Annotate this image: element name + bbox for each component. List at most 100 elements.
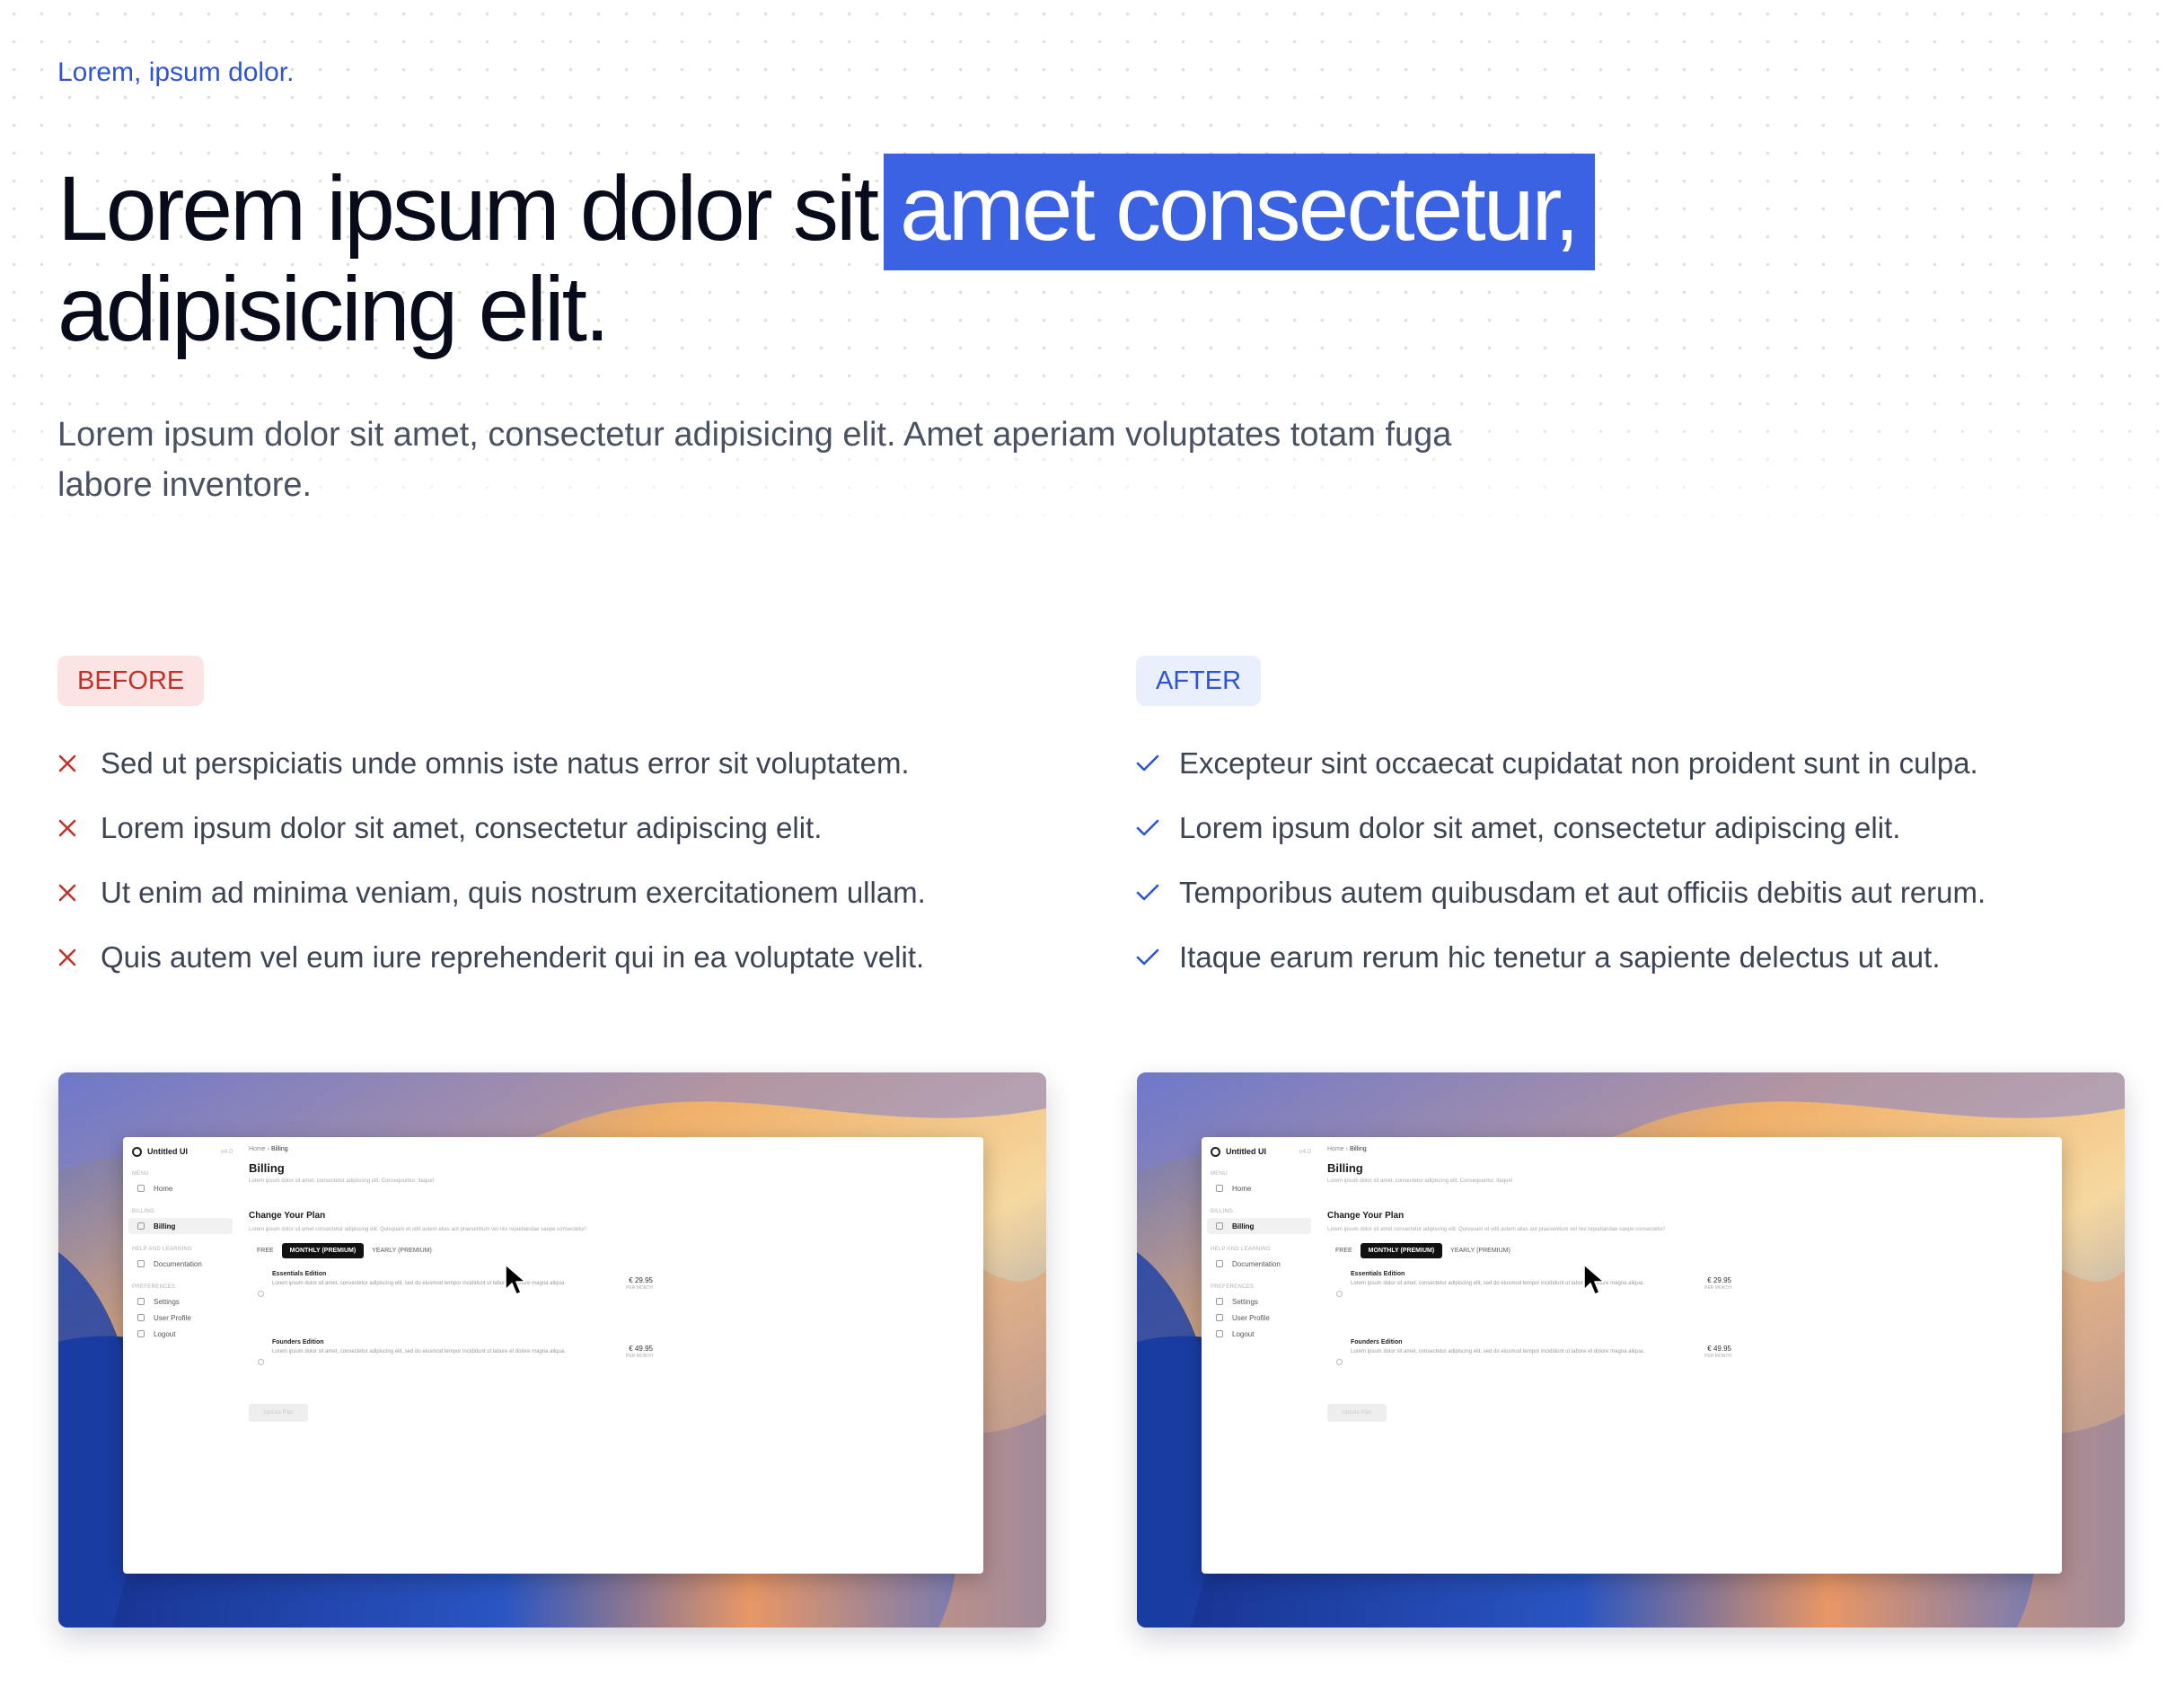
gear-icon	[137, 1298, 145, 1305]
sidebar-item-home[interactable]: Home	[128, 1180, 233, 1196]
logo-icon	[1211, 1146, 1220, 1157]
app-name: Untitled UI	[1226, 1147, 1266, 1156]
before-item: Sed ut perspiciatis unde omnis iste natu…	[57, 731, 1063, 796]
breadcrumb-current: Billing	[270, 1146, 288, 1152]
tab-yearly[interactable]: YEARLY (PREMIUM)	[364, 1243, 440, 1258]
sidebar-item-label: Billing	[1232, 1222, 1255, 1231]
mouse-cursor-icon	[505, 1264, 526, 1295]
update-plan-button[interactable]: Update Plan	[249, 1404, 308, 1422]
sidebar-item-label: Home	[1232, 1184, 1252, 1193]
after-item-text: Temporibus autem quibusdam et aut offici…	[1179, 876, 1986, 909]
home-icon	[137, 1185, 145, 1192]
radio-button[interactable]	[1336, 1291, 1343, 1297]
plan-option-founders[interactable]: Founders Edition Lorem ipsum dolor sit a…	[249, 1339, 653, 1395]
x-icon	[57, 940, 101, 975]
sidebar-section-preferences: PREFERENCES	[1211, 1284, 1255, 1290]
app-name: Untitled UI	[147, 1147, 188, 1156]
sidebar-item-home[interactable]: Home	[1207, 1180, 1311, 1196]
app-brand: Untitled UI v4.0	[1207, 1144, 1311, 1159]
sidebar-item-user-profile[interactable]: User Profile	[1207, 1310, 1311, 1326]
power-icon	[137, 1330, 145, 1337]
lead-paragraph: Lorem ipsum dolor sit amet, consectetur …	[57, 416, 1452, 504]
section-description: Lorem ipsum dolor sit amet consectetur a…	[249, 1227, 586, 1232]
radio-button[interactable]	[258, 1359, 264, 1365]
tab-free[interactable]: FREE	[249, 1243, 282, 1258]
user-icon	[137, 1314, 145, 1321]
sidebar-section-help: HELP AND LEARNING	[1211, 1247, 1272, 1252]
app-sidebar: Untitled UI v4.0 MENU Home BILLING Billi…	[1202, 1137, 1317, 1574]
tab-free[interactable]: FREE	[1327, 1243, 1361, 1258]
after-item: Temporibus autem quibusdam et aut offici…	[1136, 860, 2142, 925]
sidebar-section-preferences: PREFERENCES	[132, 1284, 176, 1290]
breadcrumb-current: Billing	[1349, 1146, 1367, 1152]
before-item: Quis autem vel eum iure reprehenderit qu…	[57, 925, 1063, 990]
plan-price: € 29.95	[1707, 1276, 1731, 1284]
breadcrumb-home[interactable]: Home	[249, 1146, 266, 1152]
plan-name: Essentials Edition	[272, 1271, 327, 1277]
sidebar-item-billing[interactable]: Billing	[128, 1218, 233, 1234]
card-icon	[137, 1222, 145, 1230]
plan-price: € 49.95	[629, 1345, 653, 1353]
mouse-cursor-icon	[1583, 1264, 1605, 1295]
sidebar-item-label: Settings	[154, 1297, 180, 1306]
sidebar-item-label: Settings	[1232, 1297, 1258, 1306]
plan-price-box: € 29.95 PER MONTH	[1704, 1276, 1731, 1291]
tab-monthly[interactable]: MONTHLY (PREMIUM)	[281, 1243, 365, 1258]
sidebar-item-documentation[interactable]: Documentation	[128, 1256, 233, 1272]
plan-option-essentials[interactable]: Essentials Edition Lorem ipsum dolor sit…	[1327, 1271, 1731, 1327]
card-icon	[1216, 1222, 1223, 1230]
before-list: Sed ut perspiciatis unde omnis iste natu…	[57, 731, 1063, 990]
sidebar-item-documentation[interactable]: Documentation	[1207, 1256, 1311, 1272]
plan-option-founders[interactable]: Founders Edition Lorem ipsum dolor sit a…	[1327, 1339, 1731, 1395]
sidebar-item-label: Documentation	[1232, 1259, 1281, 1268]
sidebar-item-label: User Profile	[154, 1313, 191, 1322]
plan-price-box: € 29.95 PER MONTH	[626, 1276, 653, 1291]
plan-price-box: € 49.95 PER MONTH	[1704, 1345, 1731, 1359]
section-title: Change Your Plan	[249, 1211, 326, 1221]
plan-period: PER MONTH	[1704, 1354, 1731, 1359]
sidebar-section-help: HELP AND LEARNING	[132, 1247, 193, 1252]
headline-highlight: amet consectetur,	[884, 154, 1596, 270]
plan-description: Lorem ipsum dolor sit amet, consectetur …	[1351, 1281, 1644, 1286]
before-badge: BEFORE	[57, 656, 205, 706]
sidebar-item-settings[interactable]: Settings	[128, 1293, 233, 1310]
plan-tabs: FREE MONTHLY (PREMIUM) YEARLY (PREMIUM)	[1327, 1243, 2046, 1258]
sidebar-item-logout[interactable]: Logout	[1207, 1326, 1311, 1342]
sidebar-item-label: Home	[154, 1184, 173, 1193]
tab-monthly[interactable]: MONTHLY (PREMIUM)	[1360, 1243, 1443, 1258]
plan-option-essentials[interactable]: Essentials Edition Lorem ipsum dolor sit…	[249, 1271, 653, 1327]
sidebar-item-billing[interactable]: Billing	[1207, 1218, 1311, 1234]
after-item: Excepteur sint occaecat cupidatat non pr…	[1136, 731, 2142, 796]
plan-period: PER MONTH	[1704, 1285, 1731, 1291]
plan-price: € 29.95	[629, 1276, 653, 1284]
app-version: v4.0	[220, 1148, 233, 1155]
breadcrumb-home[interactable]: Home	[1327, 1146, 1344, 1152]
section-description: Lorem ipsum dolor sit amet consectetur a…	[1327, 1227, 1665, 1232]
after-column: AFTER Excepteur sint occaecat cupidatat …	[1136, 656, 2142, 990]
sidebar-item-user-profile[interactable]: User Profile	[128, 1310, 233, 1326]
x-icon	[57, 745, 101, 781]
plan-price: € 49.95	[1707, 1345, 1731, 1353]
update-plan-button[interactable]: Update Plan	[1327, 1404, 1387, 1422]
check-icon	[1136, 940, 1179, 975]
radio-button[interactable]	[258, 1291, 264, 1297]
sidebar-item-logout[interactable]: Logout	[128, 1326, 233, 1342]
plan-period: PER MONTH	[626, 1354, 653, 1359]
app-sidebar: Untitled UI v4.0 MENU Home BILLING Billi…	[123, 1137, 238, 1574]
sidebar-section-menu: MENU	[132, 1171, 149, 1177]
sidebar-item-settings[interactable]: Settings	[1207, 1293, 1311, 1310]
sidebar-item-label: Billing	[154, 1222, 176, 1231]
page-subtitle: Lorem ipsum dolor sit amet, consectetur …	[249, 1178, 435, 1184]
radio-button[interactable]	[1336, 1359, 1343, 1365]
page: Lorem, ipsum dolor. Lorem ipsum dolor si…	[0, 0, 2184, 1685]
tab-yearly[interactable]: YEARLY (PREMIUM)	[1442, 1243, 1519, 1258]
plan-name: Essentials Edition	[1351, 1271, 1405, 1277]
before-item-text: Ut enim ad minima veniam, quis nostrum e…	[101, 876, 926, 909]
plan-name: Founders Edition	[272, 1339, 324, 1345]
page-subtitle: Lorem ipsum dolor sit amet, consectetur …	[1327, 1178, 1513, 1184]
document-icon	[137, 1260, 145, 1267]
sidebar-item-label: Logout	[154, 1329, 176, 1338]
document-icon	[1216, 1260, 1223, 1267]
before-item-text: Lorem ipsum dolor sit amet, consectetur …	[101, 811, 823, 844]
after-item: Lorem ipsum dolor sit amet, consectetur …	[1136, 796, 2142, 860]
